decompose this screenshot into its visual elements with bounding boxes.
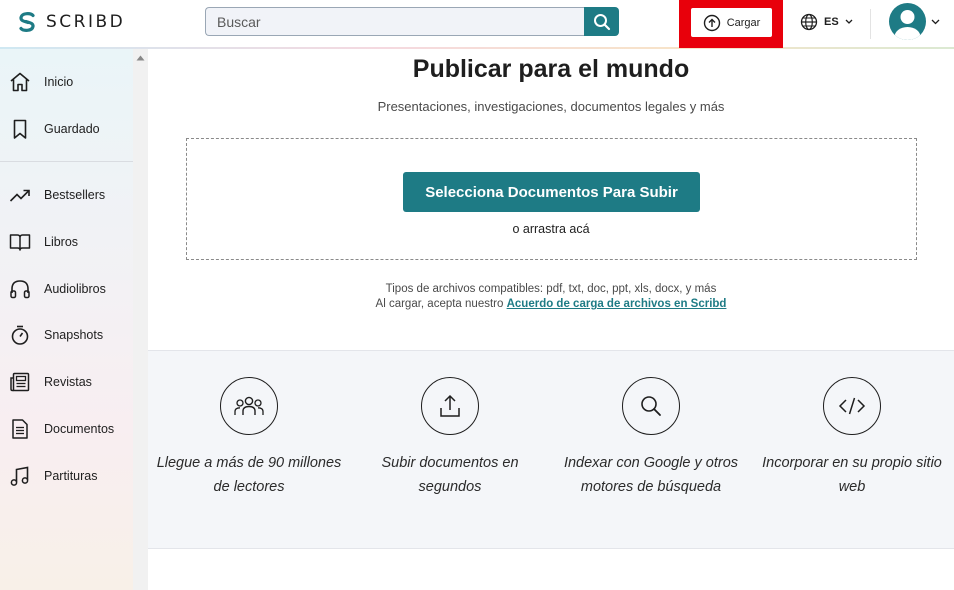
sidebar-item-documentos[interactable]: Documentos — [0, 411, 133, 447]
sidebar-divider — [0, 161, 133, 162]
sidebar-item-libros[interactable]: Libros — [0, 224, 133, 260]
headphones-icon — [8, 277, 32, 301]
sidebar-item-label: Inicio — [44, 75, 74, 89]
language-selector[interactable]: ES — [800, 13, 853, 31]
sidebar-item-revistas[interactable]: Revistas — [0, 364, 133, 400]
sidebar-item-inicio[interactable]: Inicio — [0, 64, 133, 100]
search-icon — [593, 13, 610, 30]
upload-icon — [421, 377, 479, 435]
drag-hint-text: o arrastra acá — [512, 222, 590, 236]
stopwatch-icon — [8, 323, 32, 347]
feature-reach-readers: Llegue a más de 90 millones de lectores — [149, 377, 349, 499]
search-icon — [622, 377, 680, 435]
feature-text: Indexar con Google y otros motores de bú… — [563, 455, 739, 495]
sidebar-item-label: Libros — [44, 235, 79, 249]
feature-upload-seconds: Subir documentos en segundos — [350, 377, 550, 499]
select-documents-button[interactable]: Selecciona Documentos Para Subir — [403, 172, 700, 212]
book-icon — [8, 230, 32, 254]
user-icon — [894, 10, 921, 40]
features-section: Llegue a más de 90 millones de lectores … — [148, 350, 954, 549]
sidebar-item-label: Revistas — [44, 375, 92, 389]
upload-circle-icon — [703, 14, 720, 31]
upload-label: Cargar — [726, 16, 761, 29]
feature-text: Subir documentos en segundos — [381, 455, 519, 495]
feature-text: Llegue a más de 90 millones de lectores — [156, 455, 342, 495]
user-avatar[interactable] — [889, 3, 926, 40]
header-divider — [870, 9, 871, 39]
terms-prefix: Al cargar, acepta nuestro — [375, 298, 507, 310]
music-note-icon — [8, 464, 32, 488]
upload-button[interactable]: Cargar — [691, 8, 772, 37]
trending-icon — [8, 183, 32, 207]
terms-link[interactable]: Acuerdo de carga de archivos en Scribd — [507, 298, 727, 310]
language-label: ES — [824, 16, 839, 28]
sidebar-item-label: Snapshots — [44, 328, 104, 342]
sidebar-item-label: Bestsellers — [44, 188, 106, 202]
feature-embed-website: Incorporar en su propio sitio web — [752, 377, 952, 499]
search-bar — [205, 7, 619, 36]
page-subtitle: Presentaciones, investigaciones, documen… — [377, 99, 725, 114]
sidebar-item-label: Documentos — [44, 422, 115, 436]
sidebar-item-partituras[interactable]: Partituras — [0, 458, 133, 494]
sidebar-item-bestsellers[interactable]: Bestsellers — [0, 177, 133, 213]
sidebar: Inicio Guardado Bestsellers Libros Audio… — [0, 49, 133, 590]
sidebar-item-label: Partituras — [44, 469, 98, 483]
code-icon — [823, 377, 881, 435]
home-icon — [8, 70, 32, 94]
chevron-down-icon — [845, 19, 853, 24]
magazine-icon — [8, 370, 32, 394]
sidebar-item-audiolibros[interactable]: Audiolibros — [0, 271, 133, 307]
sidebar-item-snapshots[interactable]: Snapshots — [0, 317, 133, 353]
document-icon — [8, 417, 32, 441]
globe-icon — [800, 13, 818, 31]
account-chevron-down-icon[interactable] — [931, 19, 940, 25]
terms-text: Al cargar, acepta nuestro Acuerdo de car… — [148, 298, 954, 310]
page-title: Publicar para el mundo — [412, 55, 690, 83]
file-types-text: Tipos de archivos compatibles: pdf, txt,… — [385, 283, 717, 295]
search-input[interactable] — [205, 7, 584, 36]
search-button[interactable] — [584, 7, 619, 36]
scroll-up-arrow-icon[interactable] — [136, 55, 145, 61]
sidebar-scrollbar[interactable] — [133, 49, 148, 590]
bookmark-icon — [8, 117, 32, 141]
scribd-logo-icon — [19, 12, 35, 32]
sidebar-item-guardado[interactable]: Guardado — [0, 111, 133, 147]
people-icon — [220, 377, 278, 435]
feature-google-indexing: Indexar con Google y otros motores de bú… — [551, 377, 751, 499]
logo-text: SCRIBD — [46, 12, 126, 32]
sidebar-item-label: Audiolibros — [44, 282, 106, 296]
feature-text: Incorporar en su propio sitio web — [762, 455, 942, 495]
scribd-logo[interactable]: SCRIBD — [16, 10, 125, 34]
sidebar-item-label: Guardado — [44, 122, 100, 136]
